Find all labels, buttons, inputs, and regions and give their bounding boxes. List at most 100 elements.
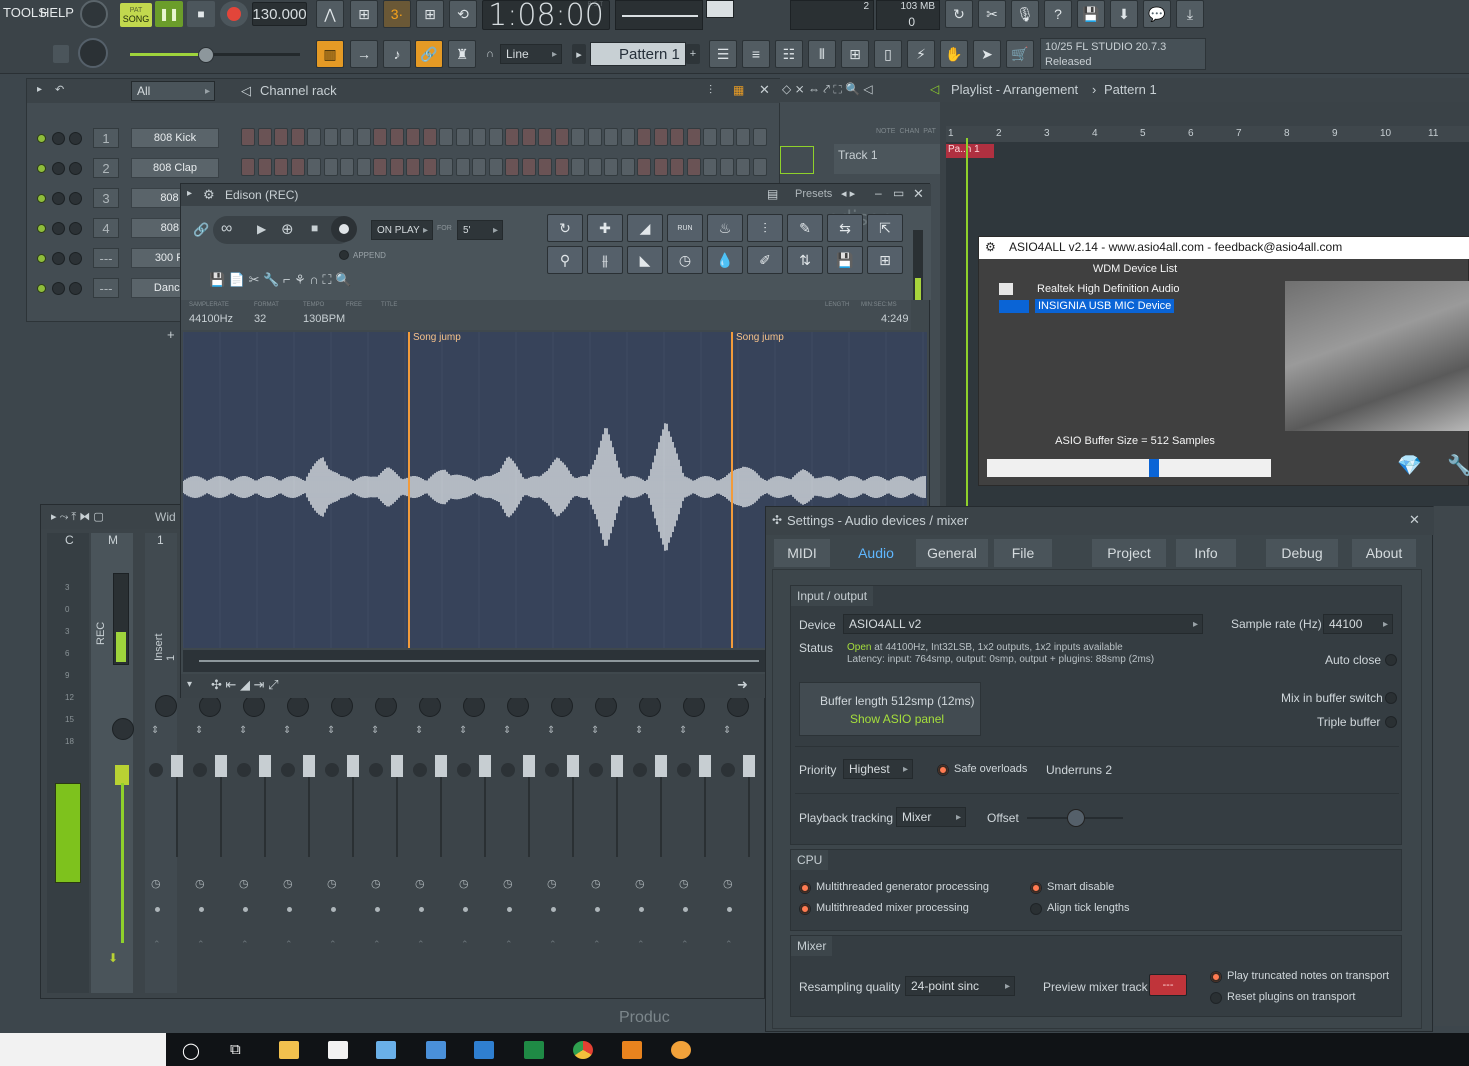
insert-pan-knob[interactable] [551,695,573,717]
maximize-icon[interactable]: ▭ [893,186,904,200]
insert-strip[interactable]: ⇕ ◷ ⌃ [237,695,277,965]
playlist-ruler[interactable]: 1 2 3 4 5 6 7 8 9 10 11 [946,126,1469,142]
mt-generator-toggle[interactable] [799,882,811,894]
insert-pan-knob[interactable] [507,695,529,717]
wait-input-icon[interactable]: ⊞ [350,0,378,28]
insert-send-dot[interactable] [507,907,512,912]
browser-icon[interactable]: ⊞ [841,40,869,68]
pattern-prev-button[interactable]: ▸ [572,44,586,64]
step-button[interactable] [241,158,255,176]
reset-plugins-toggle[interactable] [1210,992,1222,1004]
insert-route-icon[interactable]: ⌃ [725,939,733,950]
device-realtek[interactable]: Realtek High Definition Audio [1037,283,1179,295]
pattern-selector[interactable]: Pattern 1 [590,42,686,66]
step-button[interactable] [571,128,585,146]
step-button[interactable] [505,158,519,176]
align-tick-toggle[interactable] [1030,903,1042,915]
safe-overloads-toggle[interactable] [937,764,949,776]
stereo-icon[interactable]: ⇕ [415,725,423,736]
snap-select[interactable]: Line [500,44,562,64]
mixer-tool-icons[interactable]: ▸ ⤳ ⤒ ⧓ ▢ [51,510,104,524]
step-button[interactable] [455,158,470,176]
insert-route-icon[interactable]: ⌃ [681,939,689,950]
samplerate-select[interactable]: 44100 [1323,614,1393,634]
edison-tool-button[interactable]: ✚ [587,214,623,242]
playlist-tool-icons[interactable]: ◇ ⨯ ⇔ ⤤ ⛶ 🔍 ◁ [782,82,873,97]
triple-buffer-toggle[interactable] [1385,716,1397,728]
insert-clock-icon[interactable]: ◷ [547,877,557,890]
edison-tool-button[interactable]: ⇅ [787,246,823,274]
insert-fader-handle[interactable] [171,755,183,777]
insert-strip[interactable]: ⇕ ◷ ⌃ [369,695,409,965]
insert-route-icon[interactable]: ⌃ [637,939,645,950]
insert-volume-knob[interactable] [545,763,559,777]
edison-tool-button[interactable]: ◣ [627,246,663,274]
insert-volume-knob[interactable] [501,763,515,777]
edison-tool-button[interactable]: ⊞ [867,246,903,274]
step-button[interactable] [356,158,371,176]
stereo-icon[interactable]: ⇕ [327,725,335,736]
insert-pan-knob[interactable] [639,695,661,717]
insert-volume-knob[interactable] [237,763,251,777]
store-icon[interactable] [328,1041,348,1059]
channel-volume-knob[interactable] [69,282,82,295]
cut-tools-icon[interactable]: ✂ [978,0,1006,28]
step-button[interactable] [703,158,717,176]
insert-fader-handle[interactable] [303,755,315,777]
channel-rack-icon[interactable]: ☷ [775,40,803,68]
mix-in-buffer-toggle[interactable] [1385,692,1397,704]
step-button[interactable] [719,158,734,176]
step-button[interactable] [620,158,635,176]
add-pattern-button[interactable]: + [686,44,700,64]
stereo-icon[interactable]: ⇕ [723,725,731,736]
insert-clock-icon[interactable]: ◷ [327,877,337,890]
step-button[interactable] [521,128,536,146]
asio-diamond-icon[interactable]: 💎 [1397,453,1422,478]
edison-tool-button[interactable]: ⫶ [747,214,783,242]
stereo-icon[interactable]: ⇕ [679,725,687,736]
piano-roll-icon[interactable]: ≡ [742,40,770,68]
insert-fader-handle[interactable] [259,755,271,777]
graph-icon[interactable]: ⫶ [709,83,712,98]
stereo-icon[interactable]: ⇕ [283,725,291,736]
device-2-icon[interactable] [999,300,1029,313]
insert-clock-icon[interactable]: ◷ [635,877,645,890]
preview-mixer-select[interactable]: --- [1149,974,1187,996]
step-button[interactable] [307,128,321,146]
smart-disable-toggle[interactable] [1030,882,1042,894]
stop-button[interactable]: ■ [187,1,215,27]
offset-slider[interactable] [1027,809,1123,827]
edison-tool-button[interactable]: 💾 [827,246,863,274]
asio-buffer-slider[interactable] [987,459,1271,477]
metronome-icon[interactable]: ⋀ [316,0,344,28]
insert-strip[interactable]: ⇕ ◷ ⌃ [545,695,585,965]
channel-pan-knob[interactable] [52,162,65,175]
channel-mixer-track[interactable]: 3 [93,188,119,208]
insert-volume-knob[interactable] [457,763,471,777]
channel-row[interactable]: 2 808 Clap [27,156,787,182]
step-button[interactable] [455,128,470,146]
step-button[interactable] [439,158,453,176]
insert-route-icon[interactable]: ⌃ [285,939,293,950]
insert-route-icon[interactable]: ⌃ [417,939,425,950]
master-pitch-knob[interactable] [78,38,108,68]
stereo-icon[interactable]: ⇕ [371,725,379,736]
channel-mixer-track[interactable]: 2 [93,158,119,178]
insert-strip[interactable]: ⇕ ◷ ⌃ [633,695,673,965]
insert-pan-knob[interactable] [463,695,485,717]
insert-fader-handle[interactable] [655,755,667,777]
step-button[interactable] [422,128,437,146]
step-button[interactable] [422,158,437,176]
song-jump-marker-2[interactable] [731,332,733,648]
close-icon[interactable]: ✕ [759,82,770,98]
insert-route-icon[interactable]: ⌃ [593,939,601,950]
insert-route-icon[interactable]: ⌃ [197,939,205,950]
step-button[interactable] [521,158,536,176]
stereo-icon[interactable]: ⇕ [195,725,203,736]
resampling-select[interactable]: 24-point sinc [905,976,1015,996]
edison-tool-button[interactable]: ⇆ [827,214,863,242]
track-1-header[interactable]: Track 1 [834,144,940,174]
step-button[interactable] [340,128,354,146]
chat-icon[interactable]: 💬 [1143,0,1171,28]
edison-record-button[interactable] [331,216,357,242]
